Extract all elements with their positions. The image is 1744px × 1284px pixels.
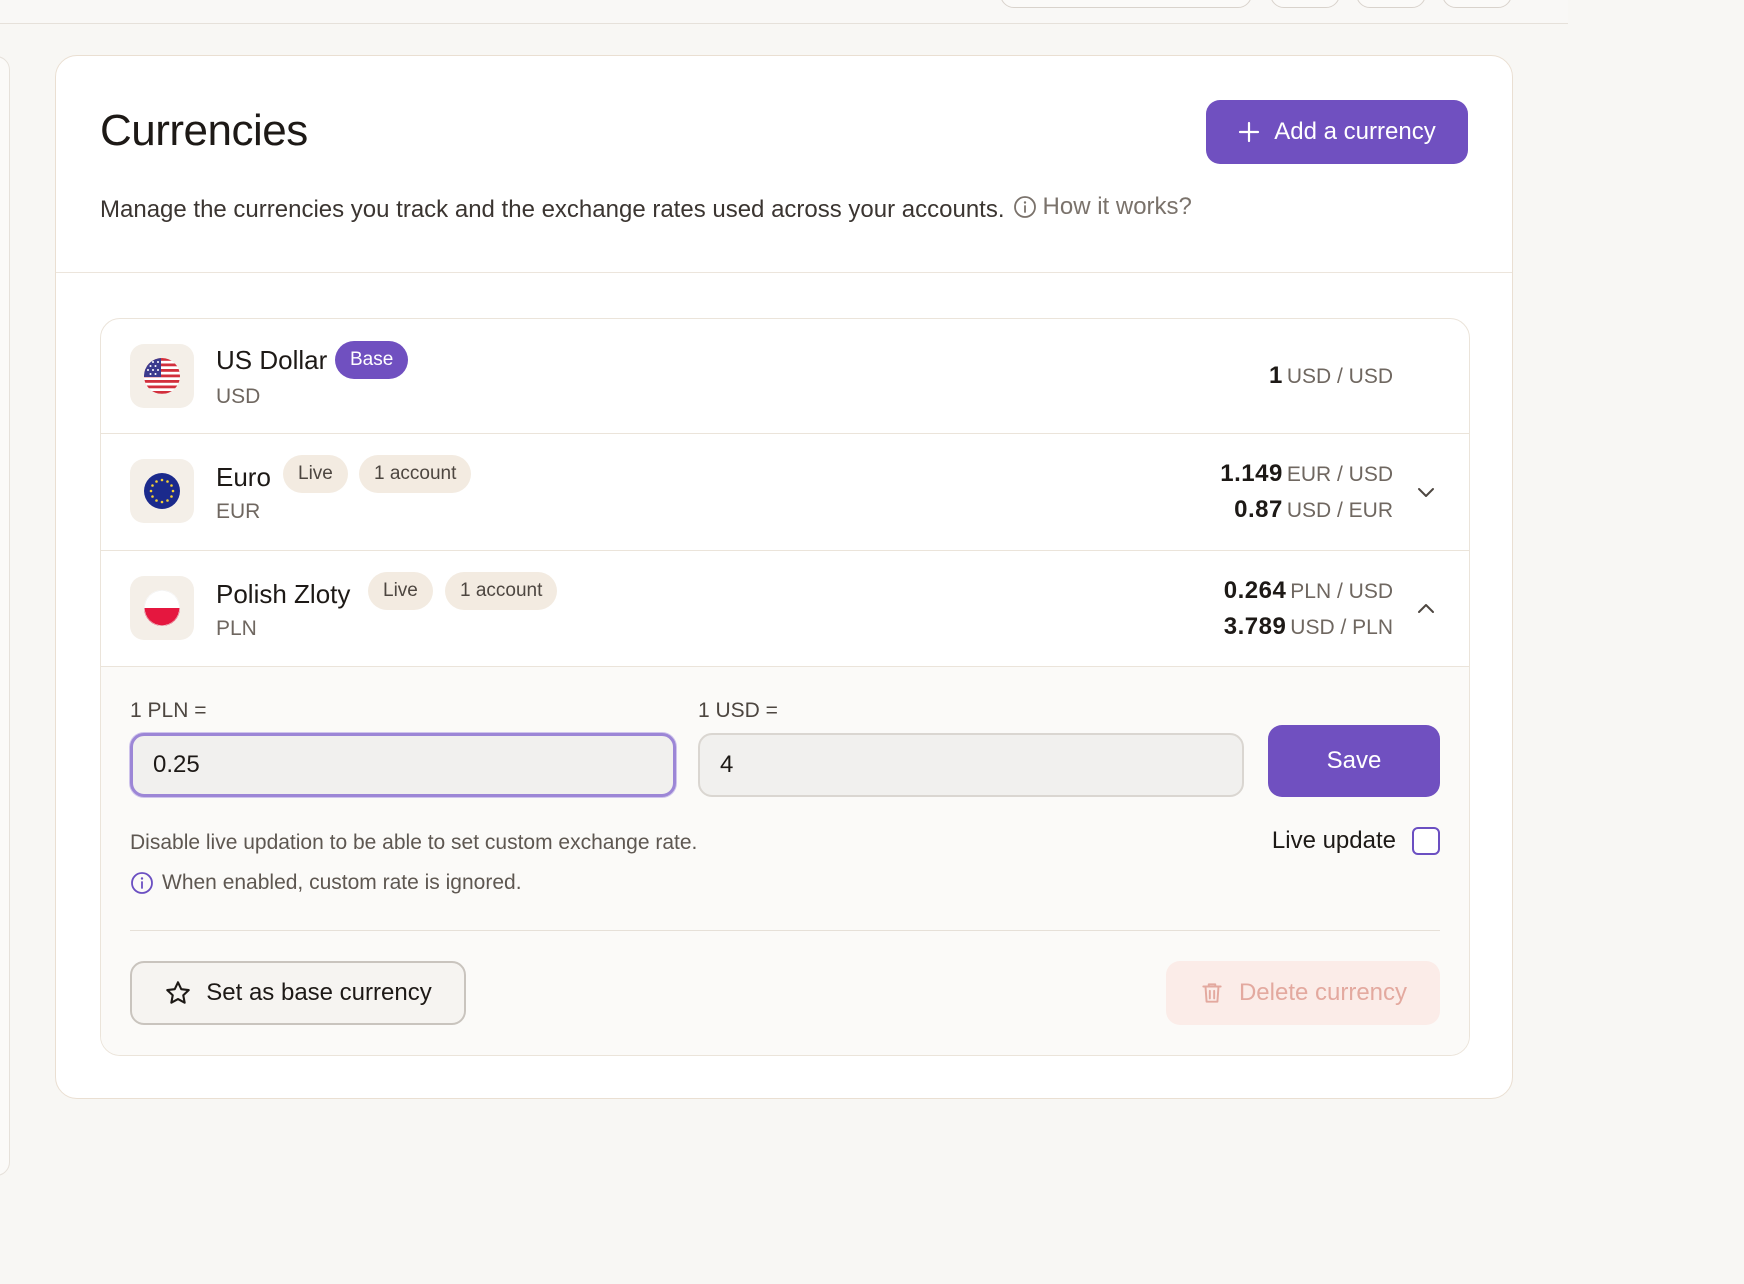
top-action-button[interactable]	[1270, 0, 1340, 8]
rate-value: 0.264	[1223, 577, 1287, 604]
currencies-card: Currencies Add a currency Manage the cur…	[55, 55, 1513, 1099]
currency-row-usd[interactable]: US Dollar Base USD 1 USD / USD	[101, 319, 1469, 434]
live-update-toggle[interactable]: Live update	[1272, 827, 1440, 855]
trash-icon	[1202, 983, 1222, 1003]
divider	[130, 930, 1440, 931]
star-icon	[166, 981, 191, 1004]
live-update-label: Live update	[1271, 827, 1396, 854]
sidebar-panel-edge	[0, 56, 10, 1176]
plus-icon	[1239, 121, 1260, 143]
add-currency-label: Add a currency	[1274, 118, 1436, 145]
rate-unit: USD / PLN	[1290, 616, 1393, 639]
rate-b-label: 1 USD =	[698, 699, 778, 722]
set-base-currency-button[interactable]: Set as base currency	[130, 961, 466, 1025]
currency-name: Euro	[216, 462, 271, 492]
save-button[interactable]: Save	[1268, 725, 1440, 797]
eu-flag-icon	[144, 473, 180, 509]
us-flag-icon	[144, 358, 180, 394]
currency-name: US Dollar	[216, 345, 328, 375]
rate-a-label: 1 PLN =	[130, 699, 207, 722]
rate-line: 0.264 PLN / USD	[1224, 577, 1393, 605]
top-bar	[0, 0, 1568, 24]
rate-line: 3.789 USD / PLN	[1224, 613, 1393, 641]
live-update-hint: Disable live updation to be able to set …	[130, 831, 698, 854]
currency-name: Polish Zloty	[216, 579, 351, 609]
base-badge: Base	[335, 341, 409, 379]
top-search-pill[interactable]	[1000, 0, 1252, 8]
chevron-up-icon[interactable]	[1415, 598, 1437, 620]
flag-container	[130, 344, 194, 408]
rate-value: 3.789	[1223, 613, 1287, 640]
rate-unit: PLN / USD	[1290, 580, 1393, 603]
rate-a-input[interactable]	[130, 733, 676, 797]
rate-editor-panel: 1 PLN = 1 USD = Save Disable live updati…	[101, 667, 1469, 1055]
currency-row-eur[interactable]: Euro Live 1 account EUR 1.149 EUR / USD 0…	[101, 434, 1469, 551]
add-currency-button[interactable]: Add a currency	[1206, 100, 1468, 164]
set-base-label: Set as base currency	[206, 979, 432, 1006]
page-subtitle-row: Manage the currencies you track and the …	[100, 193, 1192, 224]
page-title: Currencies	[100, 106, 308, 155]
currency-code: USD	[216, 385, 261, 408]
flag-container	[130, 576, 194, 640]
rate-unit: USD / EUR	[1286, 499, 1393, 522]
how-it-works-link[interactable]: How it works?	[1013, 193, 1192, 221]
rate-line: 1.149 EUR / USD	[1220, 460, 1393, 488]
top-action-button[interactable]	[1356, 0, 1426, 8]
rate-value: 0.87	[1234, 496, 1283, 523]
card-header: Currencies Add a currency Manage the cur…	[56, 56, 1512, 273]
rate-b-input[interactable]	[698, 733, 1244, 797]
pl-flag-icon	[144, 590, 180, 626]
how-it-works-label: How it works?	[1042, 193, 1192, 220]
live-update-checkbox[interactable]	[1412, 827, 1440, 855]
rate-unit: USD / USD	[1286, 365, 1393, 388]
flag-container	[130, 459, 194, 523]
delete-label: Delete currency	[1238, 979, 1408, 1006]
rate-unit: EUR / USD	[1286, 463, 1393, 486]
live-badge: Live	[368, 572, 433, 610]
page-subtitle: Manage the currencies you track and the …	[100, 196, 1005, 223]
currency-code: PLN	[216, 617, 257, 640]
custom-rate-note: When enabled, custom rate is ignored.	[130, 871, 522, 895]
info-icon	[131, 872, 153, 894]
currency-list: US Dollar Base USD 1 USD / USD Euro Live …	[100, 318, 1470, 1056]
rate-value: 1.149	[1220, 460, 1283, 487]
account-count-badge: 1 account	[359, 455, 472, 493]
rate-line: 1 USD / USD	[1269, 362, 1393, 390]
account-count-badge: 1 account	[445, 572, 558, 610]
top-action-button[interactable]	[1442, 0, 1512, 8]
rate-value: 1	[1268, 362, 1283, 389]
currency-row-pln[interactable]: Polish Zloty Live 1 account PLN 0.264 PLN…	[101, 551, 1469, 667]
info-icon	[1013, 196, 1036, 218]
custom-rate-note-text: When enabled, custom rate is ignored.	[162, 871, 522, 894]
live-badge: Live	[283, 455, 348, 493]
chevron-down-icon[interactable]	[1415, 481, 1437, 503]
rate-line: 0.87 USD / EUR	[1234, 496, 1393, 524]
currency-code: EUR	[216, 500, 261, 523]
delete-currency-button[interactable]: Delete currency	[1166, 961, 1440, 1025]
